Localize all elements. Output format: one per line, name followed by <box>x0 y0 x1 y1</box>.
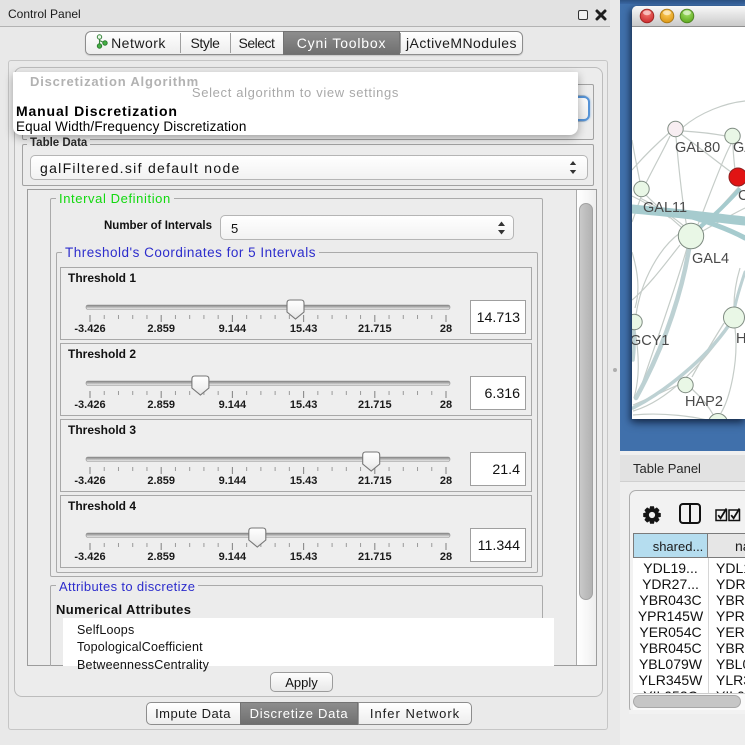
svg-text:-3.426: -3.426 <box>74 551 105 563</box>
svg-text:-3.426: -3.426 <box>74 399 105 411</box>
svg-text:15.43: 15.43 <box>290 399 318 411</box>
svg-text:2.859: 2.859 <box>147 323 175 335</box>
svg-text:28: 28 <box>440 399 452 411</box>
svg-text:2.859: 2.859 <box>147 399 175 411</box>
svg-text:15.43: 15.43 <box>290 475 318 487</box>
svg-text:21.715: 21.715 <box>358 399 392 411</box>
svg-text:GAL4: GAL4 <box>692 251 729 267</box>
svg-text:15.43: 15.43 <box>290 323 318 335</box>
svg-text:9.144: 9.144 <box>219 399 247 411</box>
svg-text:GA: GA <box>733 140 745 156</box>
svg-text:21.715: 21.715 <box>358 323 392 335</box>
svg-text:GAL80: GAL80 <box>675 140 720 156</box>
svg-text:28: 28 <box>440 475 452 487</box>
svg-text:C: C <box>738 188 745 204</box>
svg-text:2.859: 2.859 <box>147 475 175 487</box>
svg-text:HAP2: HAP2 <box>685 394 723 410</box>
svg-text:2.859: 2.859 <box>147 551 175 563</box>
svg-text:GCY1: GCY1 <box>632 333 670 349</box>
svg-text:-3.426: -3.426 <box>74 475 105 487</box>
svg-text:H: H <box>736 331 745 347</box>
svg-text:9.144: 9.144 <box>219 323 247 335</box>
svg-text:9.144: 9.144 <box>219 551 247 563</box>
svg-text:28: 28 <box>440 551 452 563</box>
svg-text:28: 28 <box>440 323 452 335</box>
svg-text:21.715: 21.715 <box>358 551 392 563</box>
svg-text:GAL11: GAL11 <box>643 200 687 216</box>
svg-text:15.43: 15.43 <box>290 551 318 563</box>
svg-text:21.715: 21.715 <box>358 475 392 487</box>
svg-text:9.144: 9.144 <box>219 475 247 487</box>
svg-text:-3.426: -3.426 <box>74 323 105 335</box>
